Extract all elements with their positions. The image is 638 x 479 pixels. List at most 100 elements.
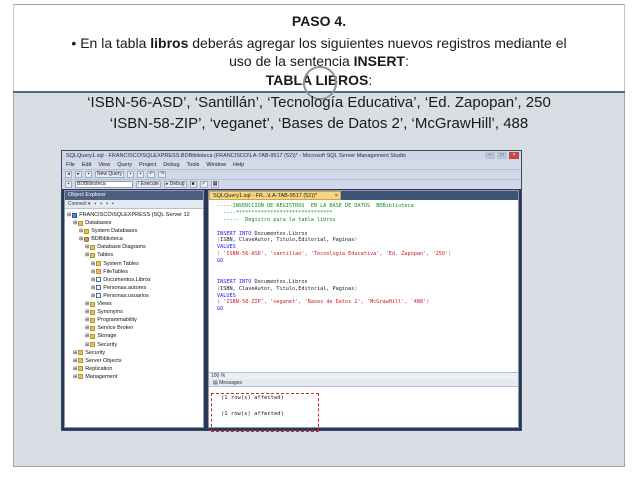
tree-item-label: BDBiblioteca (91, 236, 123, 243)
code-line: VALUES (217, 293, 518, 300)
menu-project[interactable]: Project (139, 161, 156, 169)
expand-icon[interactable]: ⊞ (73, 349, 77, 357)
close-button[interactable]: × (509, 152, 519, 159)
expand-icon[interactable]: ⊞ (91, 292, 95, 300)
connect-icon[interactable]: ▪ (65, 181, 72, 188)
expand-icon[interactable]: ⊞ (85, 308, 89, 316)
menu-view[interactable]: View (98, 161, 110, 169)
tree-item[interactable]: ⊞ Storage (67, 332, 203, 340)
record-2-text: ‘ISBN-58-ZIP’, ‘veganet’, ‘Bases de Dato… (109, 115, 529, 132)
code-line: (ISBN, ClaveAutor, Titulo,Editorial, Pag… (217, 237, 518, 244)
connect-dropdown[interactable]: Connect ▾ (68, 200, 91, 208)
menu-tools[interactable]: Tools (187, 161, 200, 169)
expand-icon[interactable]: ⊞ (79, 227, 83, 235)
expand-icon[interactable]: ⊞ (73, 357, 77, 365)
messages-tab[interactable]: ▤ Messages (209, 379, 518, 387)
tree-item-label: Storage (97, 333, 117, 340)
expand-icon[interactable]: ⊞ (73, 219, 77, 227)
tree-item[interactable]: ⊞ Views (67, 300, 203, 308)
object-explorer: Object Explorer Connect ▾ ▪ ▪ ▪ ▪ ⊞ FRANC… (64, 190, 204, 428)
expand-icon[interactable]: ⊞ (91, 268, 95, 276)
maximize-button[interactable]: □ (497, 152, 507, 159)
tree-item[interactable]: ⊞ Security (67, 341, 203, 349)
tree-item[interactable]: ⊞ Personas.usuarios (67, 292, 203, 300)
query-tab[interactable]: SQLQuery1.sql - FR...\LA-TAB-9517 (52))*… (209, 191, 341, 200)
expand-icon[interactable]: ⊞ (85, 324, 89, 332)
menu-debug[interactable]: Debug (163, 161, 179, 169)
close-tab-icon[interactable]: × (335, 192, 338, 201)
tree-item-label: FileTables (103, 268, 128, 275)
minimize-button[interactable]: – (485, 152, 495, 159)
back-icon[interactable]: ◂ (65, 171, 72, 178)
folder-icon (90, 333, 96, 339)
tree-item[interactable]: ⊞ Management (67, 373, 203, 381)
menu-edit[interactable]: Edit (82, 161, 91, 169)
tree-item[interactable]: ⊞ Security (67, 349, 203, 357)
expand-icon[interactable]: ⊞ (85, 341, 89, 349)
expand-icon[interactable]: ⊞ (91, 284, 95, 292)
tree-item[interactable]: ⊞ Personas.autores (67, 284, 203, 292)
expand-icon[interactable]: ⊞ (91, 276, 95, 284)
tree-item[interactable]: ⊞ Documentos.Libros (67, 276, 203, 284)
expand-icon[interactable]: ⊞ (85, 332, 89, 340)
tree-item-label: Server Objects (85, 357, 122, 364)
folder-icon (90, 325, 96, 331)
menu-window[interactable]: Window (206, 161, 226, 169)
expand-icon[interactable]: ⊞ (79, 235, 83, 243)
tree-item[interactable]: ⊞ Databases (67, 219, 203, 227)
new-query-button[interactable]: New Query (95, 171, 125, 178)
save-all-icon[interactable]: ▪ (137, 171, 145, 178)
code-line: GO (217, 258, 518, 265)
tree-item[interactable]: ⊞ Programmability (67, 316, 203, 324)
stop-icon[interactable]: ■ (189, 181, 197, 188)
tool-icon[interactable]: ▪ (106, 200, 108, 208)
expand-icon[interactable]: ⊞ (85, 251, 89, 259)
debug-button[interactable]: ▸ Debug (163, 181, 187, 188)
execute-button[interactable]: ! Execute (136, 181, 161, 188)
sql-code[interactable]: -----INSERCCION DE REGISTROS EN LA BASE … (209, 200, 518, 313)
results-grid-icon[interactable]: ▦ (210, 181, 220, 188)
expand-icon[interactable]: ⊞ (73, 365, 77, 373)
expand-icon[interactable]: ⊞ (85, 300, 89, 308)
tree-item[interactable]: ⊞ BDBiblioteca (67, 235, 203, 243)
tool-icon[interactable]: ▪ (112, 200, 114, 208)
expand-icon[interactable]: ⊞ (67, 211, 71, 219)
query-tab-label: SQLQuery1.sql - FR...\LA-TAB-9517 (52))* (213, 193, 318, 199)
forward-icon[interactable]: ▸ (75, 171, 82, 178)
zoom-level[interactable]: 100 % (209, 372, 518, 379)
tool-icon[interactable]: ▪ (95, 200, 97, 208)
menu-help[interactable]: Help (233, 161, 244, 169)
tree-item[interactable]: ⊞ Database Diagrams (67, 243, 203, 251)
tree-item[interactable]: ⊞ Synonyms (67, 308, 203, 316)
new-item-icon[interactable]: ▪ (85, 171, 92, 178)
code-token: INSERT INTO (217, 230, 255, 237)
tree-item[interactable]: ⊞ Replication (67, 365, 203, 373)
undo-icon[interactable]: ↶ (147, 171, 156, 178)
tree-item[interactable]: ⊞ Tables (67, 251, 203, 259)
tree-item[interactable]: ⊞ System Tables (67, 260, 203, 268)
tree-item[interactable]: ⊞ System Databases (67, 227, 203, 235)
redo-icon[interactable]: ↷ (158, 171, 167, 178)
tree-item-label: Security (85, 349, 106, 356)
db-icon (84, 236, 90, 242)
debug-label: Debug (169, 181, 185, 187)
tool-icon[interactable]: ▪ (100, 200, 102, 208)
expand-icon[interactable]: ⊞ (73, 373, 77, 381)
tree-item[interactable]: ⊞ Server Objects (67, 357, 203, 365)
database-selector[interactable]: BDBiblioteca (75, 181, 133, 188)
tree-item[interactable]: ⊞ FRANCISCO\SQLEXPRESS (SQL Server 12 (67, 211, 203, 219)
parse-icon[interactable]: ✓ (199, 181, 208, 188)
expand-icon[interactable]: ⊞ (85, 316, 89, 324)
tree-item-label: System Tables (103, 260, 139, 267)
expand-icon[interactable]: ⊞ (91, 260, 95, 268)
tree-item[interactable]: ⊞ FileTables (67, 268, 203, 276)
code-line: ( 'ISBN-58-ZIP', 'veganet', 'Bases de Da… (217, 299, 518, 306)
menu-query[interactable]: Query (117, 161, 132, 169)
tree-item-label: Security (97, 341, 118, 348)
tree-item[interactable]: ⊞ Service Broker (67, 324, 203, 332)
menu-file[interactable]: File (66, 161, 75, 169)
save-icon[interactable]: ▪ (127, 171, 135, 178)
expand-icon[interactable]: ⊞ (85, 243, 89, 251)
table-heading-suffix: : (368, 72, 373, 88)
